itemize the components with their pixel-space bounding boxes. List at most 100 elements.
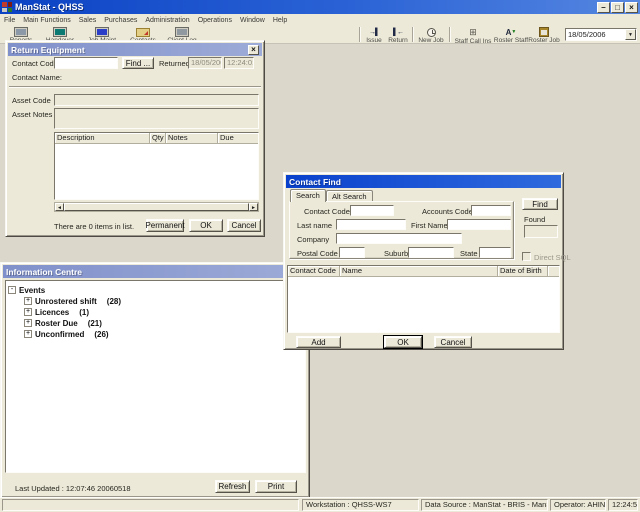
company-input[interactable] — [336, 233, 462, 244]
mdi-client-area: Information Centre - Events + Unrostered… — [0, 44, 640, 497]
ok-button[interactable]: OK — [189, 219, 223, 232]
items-status-text: There are 0 items in list. — [54, 222, 134, 231]
reports-icon — [14, 27, 28, 37]
toolbar-roster-job-button[interactable]: Roster Job — [529, 26, 559, 44]
print-button[interactable]: Print — [255, 480, 297, 493]
accounts-code-input[interactable] — [471, 205, 511, 216]
scroll-left-icon[interactable]: ◄ — [55, 203, 64, 211]
state-input[interactable] — [479, 247, 511, 258]
menu-window[interactable]: Window — [236, 17, 269, 24]
column-due[interactable]: Due — [218, 133, 258, 143]
contact-code-input[interactable] — [350, 205, 394, 216]
tree-item-roster-due[interactable]: + Roster Due (21) — [24, 318, 303, 328]
item-count: (28) — [107, 297, 121, 306]
state-label: State — [460, 249, 478, 258]
column-name[interactable]: Name — [340, 266, 498, 276]
toolbar-separator — [359, 27, 361, 42]
expand-icon[interactable]: + — [24, 319, 32, 327]
tree-root-events[interactable]: - Events — [8, 285, 303, 295]
column-qty[interactable]: Qty — [150, 133, 166, 143]
collapse-icon[interactable]: - — [8, 286, 16, 294]
job-maint-icon — [95, 27, 109, 37]
toolbar-date-combo[interactable]: 18/05/2006 ▼ — [565, 28, 637, 41]
window-title: ManStat - QHSS — [15, 2, 596, 12]
last-updated-text: Last Updated : 12:07:46 20060518 — [15, 484, 131, 493]
scroll-thumb[interactable] — [64, 203, 249, 211]
first-name-label: First Name — [411, 221, 448, 230]
menu-main-functions[interactable]: Main Functions — [19, 17, 74, 24]
item-count: (21) — [88, 319, 102, 328]
returned-time-field: 12:24:01 — [224, 57, 254, 69]
expand-icon[interactable]: + — [24, 308, 32, 316]
ok-button[interactable]: OK — [384, 336, 422, 348]
status-bar: Workstation : QHSS-WS7 Data Source : Man… — [0, 497, 640, 512]
expand-icon[interactable]: + — [24, 330, 32, 338]
status-time: 12:24:59 — [608, 499, 638, 511]
equipment-list-hscrollbar[interactable]: ◄ ► — [54, 202, 259, 212]
column-notes[interactable]: Notes — [166, 133, 218, 143]
staff-call-ins-icon: ⊞ — [469, 27, 477, 38]
returned-date-field: 18/05/2006 — [188, 57, 222, 69]
column-contact-code[interactable]: Contact Code — [288, 266, 340, 276]
contacts-folder-icon — [136, 27, 150, 37]
cancel-button[interactable]: Cancel — [434, 336, 472, 348]
status-data-source: Data Source : ManStat - BRIS - ManStat — [421, 499, 548, 511]
column-filler — [548, 266, 559, 276]
postal-code-label: Postal Code — [297, 249, 338, 258]
first-name-input[interactable] — [447, 219, 511, 230]
menu-file[interactable]: File — [0, 17, 19, 24]
menu-administration[interactable]: Administration — [141, 17, 193, 24]
status-workstation: Workstation : QHSS-WS7 — [302, 499, 419, 511]
menu-help[interactable]: Help — [269, 17, 291, 24]
menu-operations[interactable]: Operations — [194, 17, 236, 24]
last-name-input[interactable] — [336, 219, 406, 230]
toolbar-roster-staff-button[interactable]: A▼ Roster Staff — [494, 26, 528, 44]
cancel-button[interactable]: Cancel — [227, 219, 261, 232]
contact-name-label: Contact Name: — [12, 73, 62, 82]
direct-sql-checkbox[interactable] — [522, 252, 531, 261]
suburb-input[interactable] — [408, 247, 454, 258]
restore-button[interactable]: □ — [611, 2, 624, 13]
combo-dropdown-icon[interactable]: ▼ — [625, 29, 636, 40]
find-button[interactable]: Find — [522, 198, 558, 210]
information-centre-titlebar: Information Centre — [3, 265, 307, 278]
item-count: (26) — [94, 330, 108, 339]
contact-find-dialog: Contact Find Search Alt Search Contact C… — [283, 172, 564, 350]
status-panel-empty — [2, 499, 299, 511]
refresh-button[interactable]: Refresh — [215, 480, 250, 493]
tree-item-unrostered-shift[interactable]: + Unrostered shift (28) — [24, 296, 303, 306]
main-titlebar: ManStat - QHSS – □ × — [0, 0, 640, 14]
scroll-right-icon[interactable]: ► — [249, 203, 258, 211]
menu-sales[interactable]: Sales — [75, 17, 101, 24]
toolbar-separator — [449, 27, 451, 42]
close-button[interactable]: × — [625, 2, 638, 13]
contact-code-input[interactable] — [54, 57, 118, 69]
toolbar-issue-button[interactable]: →▌ Issue — [363, 26, 385, 44]
contact-results-header: Contact Code Name Date of Birth — [288, 266, 559, 277]
asset-notes-label: Asset Notes — [12, 110, 52, 119]
toolbar-staff-call-ins-button[interactable]: ⊞ Staff Call Ins — [453, 26, 493, 44]
asset-code-label: Asset Code — [12, 96, 51, 105]
date-value: 18/05/2006 — [566, 29, 625, 40]
information-centre-window: Information Centre - Events + Unrostered… — [0, 262, 310, 498]
expand-icon[interactable]: + — [24, 297, 32, 305]
toolbar-new-job-button[interactable]: New Job — [416, 26, 446, 44]
tree-item-unconfirmed[interactable]: + Unconfirmed (26) — [24, 329, 303, 339]
permanent-button[interactable]: Permanent — [146, 219, 184, 232]
information-centre-tree: - Events + Unrostered shift (28) + Licen… — [5, 280, 306, 473]
find-button[interactable]: Find ... — [122, 57, 154, 69]
return-equipment-titlebar: Return Equipment × — [8, 43, 262, 56]
minimize-button[interactable]: – — [597, 2, 610, 13]
tree-item-licences[interactable]: + Licences (1) — [24, 307, 303, 317]
close-icon[interactable]: × — [248, 45, 259, 55]
postal-code-input[interactable] — [339, 247, 365, 258]
column-description[interactable]: Description — [55, 133, 150, 143]
toolbar-return-button[interactable]: ▌← Return — [386, 26, 410, 44]
contact-results-list: Contact Code Name Date of Birth — [287, 265, 560, 333]
handover-icon — [53, 27, 67, 37]
roster-staff-icon: A▼ — [506, 27, 517, 37]
tab-search[interactable]: Search — [290, 189, 326, 202]
column-date-of-birth[interactable]: Date of Birth — [498, 266, 548, 276]
add-button[interactable]: Add — [296, 336, 341, 348]
menu-purchases[interactable]: Purchases — [100, 17, 141, 24]
